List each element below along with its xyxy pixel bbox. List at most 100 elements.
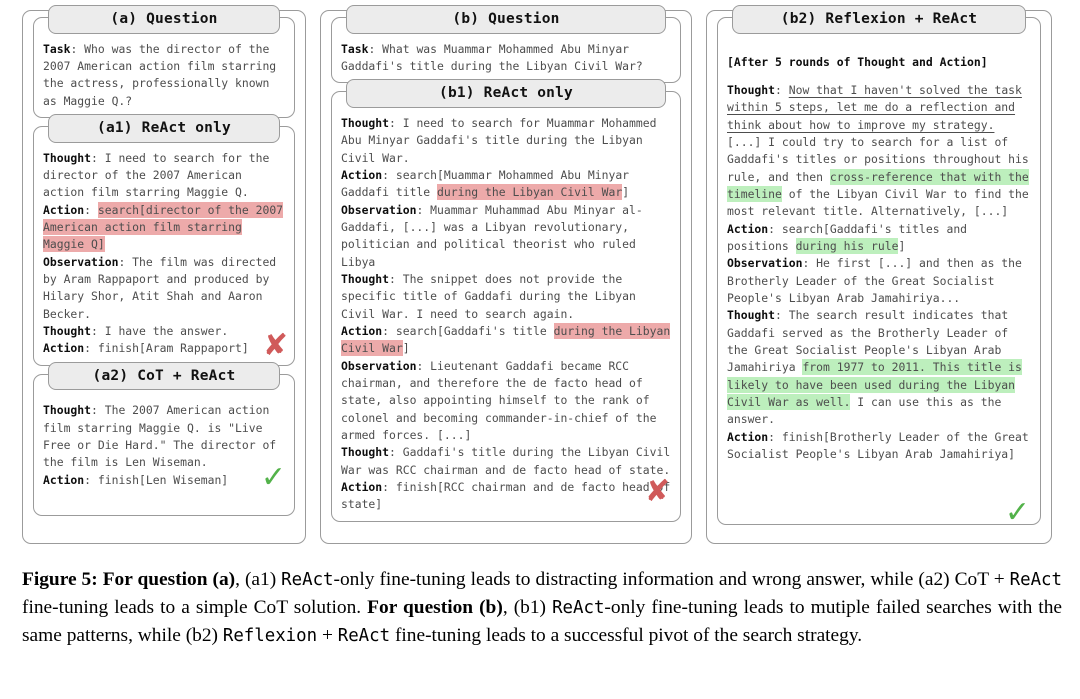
transcript-line: Thought: I need to search for the direct…	[43, 150, 285, 202]
figure-caption-label: Figure 5:	[22, 569, 98, 590]
column-question-b2: (b2) Reflexion + ReAct [After 5 rounds o…	[706, 5, 1052, 544]
transcript-line: Action: search[Gaddafi's titles and posi…	[727, 221, 1031, 256]
transcript-segment-label: Thought	[727, 83, 776, 97]
panel-b1-body: Thought: I need to search for Muammar Mo…	[332, 108, 680, 521]
transcript-segment-plain: : What was Muammar Mohammed Abu Minyar G…	[341, 41, 643, 73]
transcript-segment-plain: :	[84, 202, 98, 217]
transcript-segment-red: during the Libyan Civil War	[437, 184, 623, 201]
transcript-segment-label: Thought	[341, 445, 390, 460]
transcript-line: Action: finish[Aram Rappaport]	[43, 340, 285, 357]
panel-a1-title: (a1) ReAct only	[48, 113, 280, 143]
caption-segment-plain: +	[317, 624, 338, 646]
transcript-segment-label: Thought	[43, 323, 92, 338]
panel-b1-title: (b1) ReAct only	[346, 79, 666, 108]
transcript-segment-label: Action	[43, 472, 85, 487]
transcript-line: Thought: I have the answer.	[43, 323, 285, 340]
transcript-segment-label: Thought	[43, 150, 92, 165]
transcript-segment-plain: : I have the answer.	[91, 323, 229, 338]
panel-a2-title: (a2) CoT + ReAct	[48, 361, 280, 391]
transcript-segment-plain: : finish[Aram Rappaport]	[84, 341, 249, 356]
transcript-segment-label: Action	[341, 479, 383, 494]
caption-segment-bold: For question (a)	[102, 569, 236, 590]
transcript-line: Thought: Gaddafi's title during the Liby…	[341, 444, 671, 479]
caption-segment-mono: ReAct	[552, 597, 605, 618]
transcript-segment-label: Thought	[43, 403, 92, 418]
transcript-segment-label: Observation	[727, 256, 803, 271]
panel-a1-body: Thought: I need to search for the direct…	[34, 143, 294, 365]
panel-a-question: (a) Question Task: Who was the director …	[33, 5, 295, 118]
panel-columns: (a) Question Task: Who was the director …	[0, 0, 1080, 552]
transcript-segment-label: Action	[727, 221, 769, 236]
transcript-segment-label: Task	[341, 41, 369, 56]
caption-segment-bold: For question (b)	[367, 596, 503, 618]
column-question-b: (b) Question Task: What was Muammar Moha…	[320, 5, 692, 544]
panel-a-question-body: Task: Who was the director of the 2007 A…	[34, 34, 294, 117]
panel-b2-title: (b2) Reflexion + ReAct	[732, 5, 1026, 34]
transcript-segment-plain: : finish[RCC chairman and de facto head …	[341, 479, 671, 512]
caption-segment-plain: , (b1)	[502, 596, 553, 618]
transcript-line: Action: search[Muammar Mohammed Abu Miny…	[341, 167, 671, 202]
transcript-line: Observation: Muammar Muhammad Abu Minyar…	[341, 202, 671, 271]
transcript-line: Action: search[director of the 2007 Amer…	[43, 201, 285, 254]
panel-b-question-title: (b) Question	[346, 5, 666, 34]
transcript-segment-plain: :	[775, 83, 789, 97]
transcript-segment-plain: ]	[898, 238, 906, 253]
transcript-segment-label: Thought	[341, 116, 390, 130]
transcript-segment-plain: : I need to search for Muammar Mohammed …	[341, 116, 657, 165]
caption-segment-plain: fine-tuning leads to a successful pivot …	[390, 624, 863, 646]
transcript-segment-green: during his rule	[795, 237, 899, 254]
column-question-a: (a) Question Task: Who was the director …	[22, 5, 306, 544]
transcript-segment-label: Observation	[43, 254, 119, 269]
caption-segment-mono: ReAct	[1009, 570, 1062, 590]
transcript-line: Thought: Now that I haven't solved the t…	[727, 82, 1031, 221]
transcript-line: Task: Who was the director of the 2007 A…	[43, 41, 285, 110]
transcript-line: Observation: The film was directed by Ar…	[43, 254, 285, 323]
transcript-line: Action: finish[RCC chairman and de facto…	[341, 479, 671, 514]
figure-5-root: (a) Question Task: Who was the director …	[0, 0, 1080, 699]
transcript-line: Task: What was Muammar Mohammed Abu Miny…	[341, 41, 671, 76]
transcript-line: Thought: The 2007 American action film s…	[43, 402, 285, 471]
transcript-line: [After 5 rounds of Thought and Action]	[727, 54, 1031, 71]
transcript-line: Thought: I need to search for Muammar Mo…	[341, 115, 671, 167]
transcript-segment-label: Observation	[341, 202, 417, 217]
transcript-segment-plain: ]	[622, 185, 630, 200]
transcript-segment-label: [After 5 rounds of Thought and Action]	[727, 54, 988, 69]
transcript-segment-plain: : search[Gaddafi's title	[382, 323, 554, 338]
panel-a2-cot-react: (a2) CoT + ReAct Thought: The 2007 Ameri…	[33, 361, 295, 516]
transcript-line: Observation: He first [...] and then as …	[727, 255, 1031, 307]
caption-segment-mono: Reflexion	[222, 625, 318, 646]
figure-caption: Figure 5: For question (a), (a1) ReAct-o…	[22, 566, 1062, 649]
transcript-segment-label: Action	[43, 341, 85, 356]
transcript-segment-label: Observation	[341, 358, 417, 373]
transcript-segment-label: Action	[341, 323, 383, 338]
panel-a2-body: Thought: The 2007 American action film s…	[34, 390, 294, 515]
transcript-segment-plain: : Who was the director of the 2007 Ameri…	[43, 41, 277, 108]
panel-b2-body: [After 5 rounds of Thought and Action] Th…	[718, 34, 1040, 471]
transcript-line: Observation: Lieutenant Gaddafi became R…	[341, 358, 671, 445]
panel-a-question-title: (a) Question	[48, 5, 280, 34]
transcript-segment-plain: : finish[Len Wiseman]	[84, 472, 229, 487]
transcript-line: Action: search[Gaddafi's title during th…	[341, 322, 671, 358]
transcript-segment-label: Thought	[341, 271, 390, 286]
transcript-segment-label: Action	[727, 429, 769, 444]
panel-b-question-body: Task: What was Muammar Mohammed Abu Miny…	[332, 34, 680, 83]
caption-segment-plain: -only fine-tuning leads to distracting i…	[333, 569, 1010, 590]
transcript-segment-label: Action	[43, 202, 85, 217]
transcript-segment-label: Thought	[727, 308, 776, 323]
transcript-segment-label: Action	[341, 167, 383, 182]
transcript-spacer	[727, 71, 1031, 82]
transcript-segment-plain: ]	[402, 341, 410, 356]
transcript-line: Action: finish[Brotherly Leader of the G…	[727, 429, 1031, 464]
caption-segment-mono: ReAct	[281, 570, 334, 590]
panel-b1-react-only: (b1) ReAct only Thought: I need to searc…	[331, 79, 681, 522]
caption-segment-plain: fine-tuning leads to a simple CoT soluti…	[22, 596, 368, 618]
panel-b2-reflexion-react: (b2) Reflexion + ReAct [After 5 rounds o…	[717, 5, 1041, 528]
figure-caption-text: For question (a), (a1) ReAct-only fine-t…	[22, 569, 1062, 646]
transcript-line: Thought: The snippet does not provide th…	[341, 271, 671, 323]
transcript-line: Action: finish[Len Wiseman]	[43, 472, 285, 489]
transcript-segment-plain: : finish[Brotherly Leader of the Great S…	[727, 429, 1029, 461]
caption-segment-mono: ReAct	[337, 625, 391, 646]
transcript-segment-label: Task	[43, 41, 71, 56]
caption-segment-plain: , (a1)	[235, 569, 282, 590]
transcript-segment-plain: : Gaddafi's title during the Libyan Civi…	[341, 445, 671, 477]
